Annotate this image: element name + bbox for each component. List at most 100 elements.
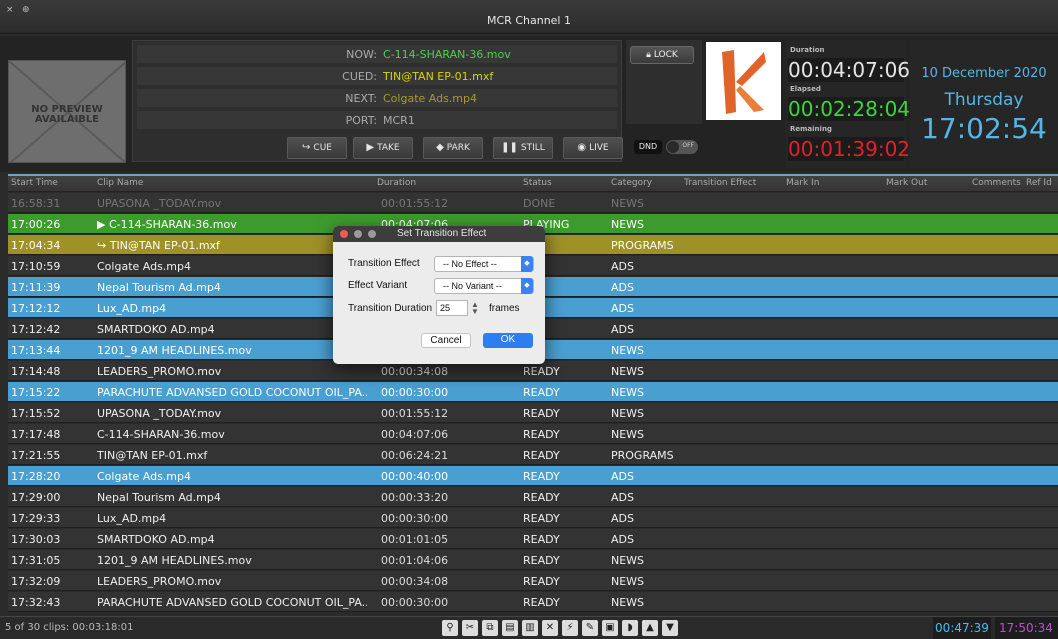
col-comments[interactable]: Comments [972, 178, 1021, 188]
cut-icon[interactable]: ✂ [462, 620, 478, 636]
search-icon[interactable]: ⚲ [442, 620, 458, 636]
lock-button[interactable]: 🔒︎ LOCK [630, 46, 694, 64]
select-arrow-icon: ◆ [521, 278, 533, 294]
row-start-time: 17:04:34 [11, 239, 61, 252]
playlist-row[interactable]: 17:14:48 LEADERS_PROMO.mov 00:00:34:08 READ… [8, 361, 1058, 381]
col-start-time[interactable]: Start Time [11, 178, 58, 188]
channel-logo [706, 42, 781, 120]
delete-icon[interactable]: ✕ [542, 620, 558, 636]
row-start-time: 17:32:43 [11, 596, 61, 609]
col-clip-name[interactable]: Clip Name [97, 178, 143, 188]
row-category: ADS [611, 491, 634, 504]
dialog-minimize-icon[interactable] [354, 230, 362, 238]
row-category: PROGRAMS [611, 239, 674, 252]
row-clip-text: TIN@TAN EP-01.mxf [109, 239, 220, 252]
variant-select[interactable]: -- No Variant -- ◆ [434, 278, 534, 294]
row-clip-name: Lux_AD.mp4 [97, 302, 167, 315]
row-start-time: 17:30:03 [11, 533, 61, 546]
row-status: READY [523, 533, 560, 546]
row-duration: 00:00:30:00 [381, 596, 449, 609]
row-category: ADS [611, 512, 634, 525]
move-up-icon[interactable]: ▲ [642, 620, 658, 636]
row-clip-name: C-114-SHARAN-36.mov [97, 428, 225, 441]
elapsed-label: Elapsed [790, 85, 821, 93]
dnd-toggle[interactable]: OFF [666, 140, 698, 154]
next-label: NEXT: [345, 92, 377, 105]
row-clip-name: TIN@TAN EP-01.mxf [97, 449, 208, 462]
effect-select[interactable]: -- No Effect -- ◆ [434, 256, 534, 272]
pause-icon: ❚❚ [501, 142, 518, 153]
lock-icon: 🔒︎ [646, 50, 651, 60]
row-status: READY [523, 470, 560, 483]
dialog-zoom-icon[interactable] [368, 230, 376, 238]
row-clip-name: UPASONA _TODAY.mov [97, 407, 222, 420]
status-bar: 5 of 30 clips: 00:03:18:01 ⚲ ✂ ⧉ ▤ ▥ ✕ ⚡… [0, 616, 1058, 639]
playlist-row[interactable]: 17:32:09 LEADERS_PROMO.mov 00:00:34:08 READ… [8, 571, 1058, 591]
copy-icon[interactable]: ⧉ [482, 620, 498, 636]
playlist-row[interactable]: 16:58:31 UPASONA _TODAY.mov 00:01:55:12 DON… [8, 193, 1058, 213]
row-start-time: 17:00:26 [11, 218, 61, 231]
row-category: NEWS [611, 386, 645, 399]
playlist-row[interactable]: 17:31:05 1201_9 AM HEADLINES.mov 00:01:04:… [8, 550, 1058, 570]
row-clip-name: Nepal Tourism Ad.mp4 [97, 491, 221, 504]
playlist-row[interactable]: 17:15:52 UPASONA _TODAY.mov 00:01:55:12 REA… [8, 403, 1058, 423]
still-button[interactable]: ❚❚ STILL [493, 137, 553, 159]
row-status: READY [523, 449, 560, 462]
document-icon[interactable]: ▣ [602, 620, 618, 636]
row-category: NEWS [611, 344, 645, 357]
row-clip-name: Colgate Ads.mp4 [97, 260, 192, 273]
frames-label: frames [489, 303, 520, 314]
col-ref-id[interactable]: Ref Id [1026, 178, 1052, 188]
playlist-row[interactable]: 17:28:20 Colgate Ads.mp4 00:00:40:00 READY A… [8, 466, 1058, 486]
cued-icon: ↪ [97, 239, 110, 252]
duration-stepper[interactable]: ▲ ▼ [471, 301, 479, 316]
live-button[interactable]: ◉ LIVE [563, 137, 623, 159]
col-transition-effect[interactable]: Transition Effect [684, 178, 756, 188]
row-status: READY [523, 554, 560, 567]
row-status: READY [523, 407, 560, 420]
col-mark-in[interactable]: Mark In [786, 178, 819, 188]
row-start-time: 17:12:42 [11, 323, 61, 336]
cued-value: TIN@TAN EP-01.mxf [383, 70, 494, 83]
playlist-row[interactable]: 17:32:43 PARACHUTE ADVANSED GOLD COCONUT … [8, 592, 1058, 612]
port-label: PORT: [345, 114, 377, 127]
playlist-row[interactable]: 17:15:22 PARACHUTE ADVANSED GOLD COCONUT … [8, 382, 1058, 402]
playlist-row[interactable]: 17:21:55 TIN@TAN EP-01.mxf 00:06:24:21 READ… [8, 445, 1058, 465]
row-duration: 00:01:01:05 [381, 533, 449, 546]
elapsed-value: 00:02:28:04 [788, 97, 911, 121]
info-panel: NOW: C-114-SHARAN-36.mov CUED: TIN@TAN E… [132, 40, 623, 162]
control-panel: NO PREVIEW AVAILAIBLE NOW: C-114-SHARAN-… [0, 36, 1058, 172]
playlist-row[interactable]: 17:29:00 Nepal Tourism Ad.mp4 00:00:33:20 R… [8, 487, 1058, 507]
col-duration[interactable]: Duration [377, 178, 416, 188]
row-status: READY [523, 596, 560, 609]
row-status: READY [523, 575, 560, 588]
dialog-close-icon[interactable] [340, 230, 348, 238]
col-status[interactable]: Status [523, 178, 552, 188]
play-icon: ▶ [366, 142, 375, 153]
ok-button[interactable]: OK [483, 333, 533, 348]
playlist-row[interactable]: 17:29:33 Lux_AD.mp4 00:00:30:00 READY ADS [8, 508, 1058, 528]
row-category: NEWS [611, 428, 645, 441]
title-bar: × ⊕ MCR Channel 1 [0, 0, 1058, 34]
edit-icon[interactable]: ✎ [582, 620, 598, 636]
row-start-time: 16:58:31 [11, 197, 61, 210]
cue-button[interactable]: ↪ CUE [287, 137, 347, 159]
take-button[interactable]: ▶ TAKE [353, 137, 413, 159]
row-start-time: 17:21:55 [11, 449, 61, 462]
duration-input[interactable]: 25 [436, 300, 468, 316]
col-category[interactable]: Category [611, 178, 652, 188]
transition-icon[interactable]: ⚡ [562, 620, 578, 636]
park-button[interactable]: ◆ PARK [423, 137, 483, 159]
row-clip-name: Colgate Ads.mp4 [97, 470, 192, 483]
playlist-row[interactable]: 17:17:48 C-114-SHARAN-36.mov 00:04:07:06 RE… [8, 424, 1058, 444]
row-category: NEWS [611, 407, 645, 420]
playlist-row[interactable]: 17:30:03 SMARTDOKO AD.mp4 00:01:01:05 READY… [8, 529, 1058, 549]
paste-special-icon[interactable]: ▥ [522, 620, 538, 636]
preview-panel: NO PREVIEW AVAILAIBLE [8, 60, 126, 163]
col-mark-out[interactable]: Mark Out [886, 178, 927, 188]
move-down-icon[interactable]: ▼ [662, 620, 678, 636]
cancel-button[interactable]: Cancel [421, 333, 471, 348]
row-category: PROGRAMS [611, 449, 674, 462]
paste-icon[interactable]: ▤ [502, 620, 518, 636]
flag-icon[interactable]: ◗ [622, 620, 638, 636]
